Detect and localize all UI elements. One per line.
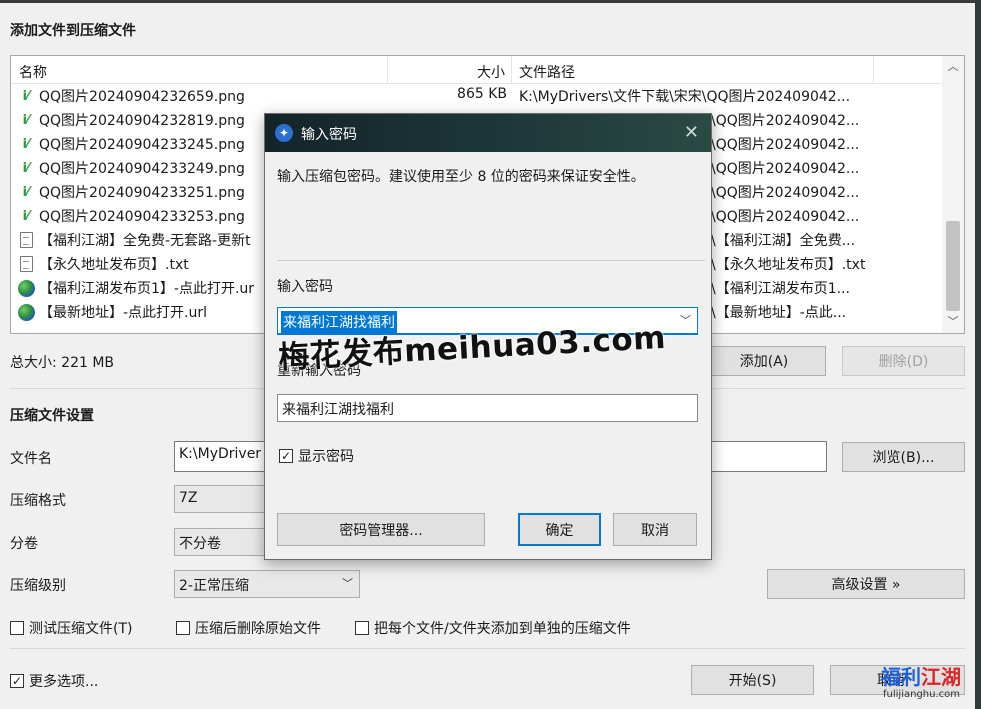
file-path: \QQ图片202409042...: [711, 137, 860, 153]
delete-after-checkbox[interactable]: 压缩后删除原始文件: [176, 618, 321, 638]
column-separator[interactable]: [387, 56, 388, 84]
scrollbar-thumb[interactable]: [946, 221, 960, 311]
level-label: 压缩级别: [10, 578, 66, 594]
level-value: 2-正常压缩: [179, 578, 249, 594]
check-icon[interactable]: ✓: [279, 449, 293, 463]
column-separator[interactable]: [873, 56, 874, 84]
file-path: \【福利江湖】全免费...: [711, 233, 856, 249]
dialog-cancel-button[interactable]: 取消: [613, 513, 697, 546]
png-icon: ⅰ⁄: [22, 88, 30, 104]
file-name: QQ图片20240904233245.png: [39, 137, 245, 153]
png-icon: ⅰ⁄: [22, 208, 30, 224]
checkbox-box[interactable]: [355, 621, 369, 635]
dialog-titlebar[interactable]: ✦ 输入密码 ✕: [265, 114, 711, 152]
volume-label: 分卷: [10, 536, 38, 552]
file-name: QQ图片20240904233249.png: [39, 161, 245, 177]
file-list-header: 名称 大小 文件路径: [11, 56, 941, 84]
start-button[interactable]: 开始(S): [691, 665, 814, 695]
file-path: \QQ图片202409042...: [711, 185, 860, 201]
file-list-scrollbar[interactable]: ︿ ﹀: [942, 56, 964, 333]
check-icon[interactable]: ✓: [10, 674, 24, 688]
delete-button[interactable]: 删除(D): [842, 346, 965, 376]
checkbox-label: 压缩后删除原始文件: [195, 621, 321, 637]
png-icon: ⅰ⁄: [22, 160, 30, 176]
window-title: 添加文件到压缩文件: [10, 23, 136, 39]
file-path: \【永久地址发布页】.txt: [711, 257, 866, 273]
checkbox-label: 把每个文件/文件夹添加到单独的压缩文件: [374, 621, 631, 637]
test-archive-checkbox[interactable]: 测试压缩文件(T): [10, 618, 132, 638]
confirm-password-input[interactable]: 来福利江湖找福利: [277, 394, 698, 422]
total-size: 总大小: 221 MB: [10, 355, 115, 371]
file-path: \【福利江湖发布页1...: [711, 281, 850, 297]
checkbox-box[interactable]: [176, 621, 190, 635]
checkbox-label: 显示密码: [298, 449, 354, 465]
txt-icon: [17, 255, 35, 273]
png-icon: ⅰ⁄: [22, 136, 30, 152]
ok-button[interactable]: 确定: [518, 513, 601, 546]
password-manager-button[interactable]: 密码管理器...: [277, 513, 485, 546]
scroll-up-icon[interactable]: ︿: [942, 58, 964, 76]
level-select[interactable]: 2-正常压缩 ﹀: [174, 570, 360, 598]
txt-icon: [17, 231, 35, 249]
divider: [277, 260, 705, 261]
column-name[interactable]: 名称: [19, 62, 47, 82]
file-name: 【永久地址发布页】.txt: [39, 257, 189, 273]
file-path: \QQ图片202409042...: [711, 209, 860, 225]
chevron-down-icon[interactable]: ﹀: [680, 312, 691, 328]
advanced-settings-button[interactable]: 高级设置 »: [767, 569, 965, 599]
corner-logo: 福利江湖 fulijianghu.com: [881, 661, 971, 707]
browse-button[interactable]: 浏览(B)...: [842, 442, 965, 472]
file-row[interactable]: ⅰ⁄ QQ图片20240904232659.png 865 KB K:\MyDr…: [11, 84, 941, 108]
column-separator[interactable]: [511, 56, 512, 84]
file-path: \QQ图片202409042...: [711, 113, 860, 129]
more-options-checkbox[interactable]: ✓ 更多选项...: [10, 671, 98, 691]
close-icon[interactable]: ✕: [684, 122, 699, 143]
checkbox-label: 更多选项...: [29, 674, 99, 690]
file-name: QQ图片20240904232819.png: [39, 113, 245, 129]
checkbox-box[interactable]: [10, 621, 24, 635]
file-name: 【福利江湖发布页1】-点此打开.ur: [39, 281, 255, 297]
logo-domain: fulijianghu.com: [883, 689, 960, 700]
filename-label: 文件名: [10, 451, 52, 467]
file-path: \【最新地址】-点此...: [711, 305, 847, 321]
chevron-down-icon: ﹀: [342, 577, 353, 590]
show-password-checkbox[interactable]: ✓ 显示密码: [279, 446, 354, 466]
png-icon: ⅰ⁄: [22, 112, 30, 128]
window-top-edge: [0, 0, 981, 3]
png-icon: ⅰ⁄: [22, 184, 30, 200]
logo-text-part1: 福利: [881, 665, 921, 689]
column-size[interactable]: 大小: [477, 62, 505, 82]
scroll-down-icon[interactable]: ﹀: [942, 313, 964, 331]
checkbox-label: 测试压缩文件(T): [29, 621, 133, 637]
settings-title: 压缩文件设置: [10, 408, 94, 424]
file-path: \QQ图片202409042...: [711, 161, 860, 177]
add-button[interactable]: 添加(A): [702, 346, 826, 376]
globe-icon: [17, 303, 35, 321]
file-name: 【福利江湖】全免费-无套路-更新t: [39, 233, 251, 249]
background-window-edge: [975, 0, 981, 709]
file-size: 865 KB: [457, 86, 507, 102]
file-name: 【最新地址】-点此打开.url: [39, 305, 208, 321]
file-name: QQ图片20240904232659.png: [39, 89, 245, 105]
app-logo-icon: ✦: [275, 124, 293, 142]
dialog-title: 输入密码: [301, 127, 357, 143]
format-value: 7Z: [179, 490, 198, 506]
dialog-description: 输入压缩包密码。建议使用至少 8 位的密码来保证安全性。: [277, 169, 645, 185]
format-label: 压缩格式: [10, 493, 66, 509]
password-label: 输入密码: [277, 279, 333, 295]
each-file-separate-checkbox[interactable]: 把每个文件/文件夹添加到单独的压缩文件: [355, 618, 631, 638]
column-path[interactable]: 文件路径: [519, 62, 575, 82]
globe-icon: [17, 279, 35, 297]
divider: [10, 648, 965, 649]
logo-text-part2: 江湖: [921, 665, 961, 689]
file-name: QQ图片20240904233253.png: [39, 209, 245, 225]
volume-value: 不分卷: [179, 536, 221, 552]
file-path: K:\MyDrivers\文件下载\宋宋\QQ图片202409042...: [519, 89, 851, 105]
file-name: QQ图片20240904233251.png: [39, 185, 245, 201]
